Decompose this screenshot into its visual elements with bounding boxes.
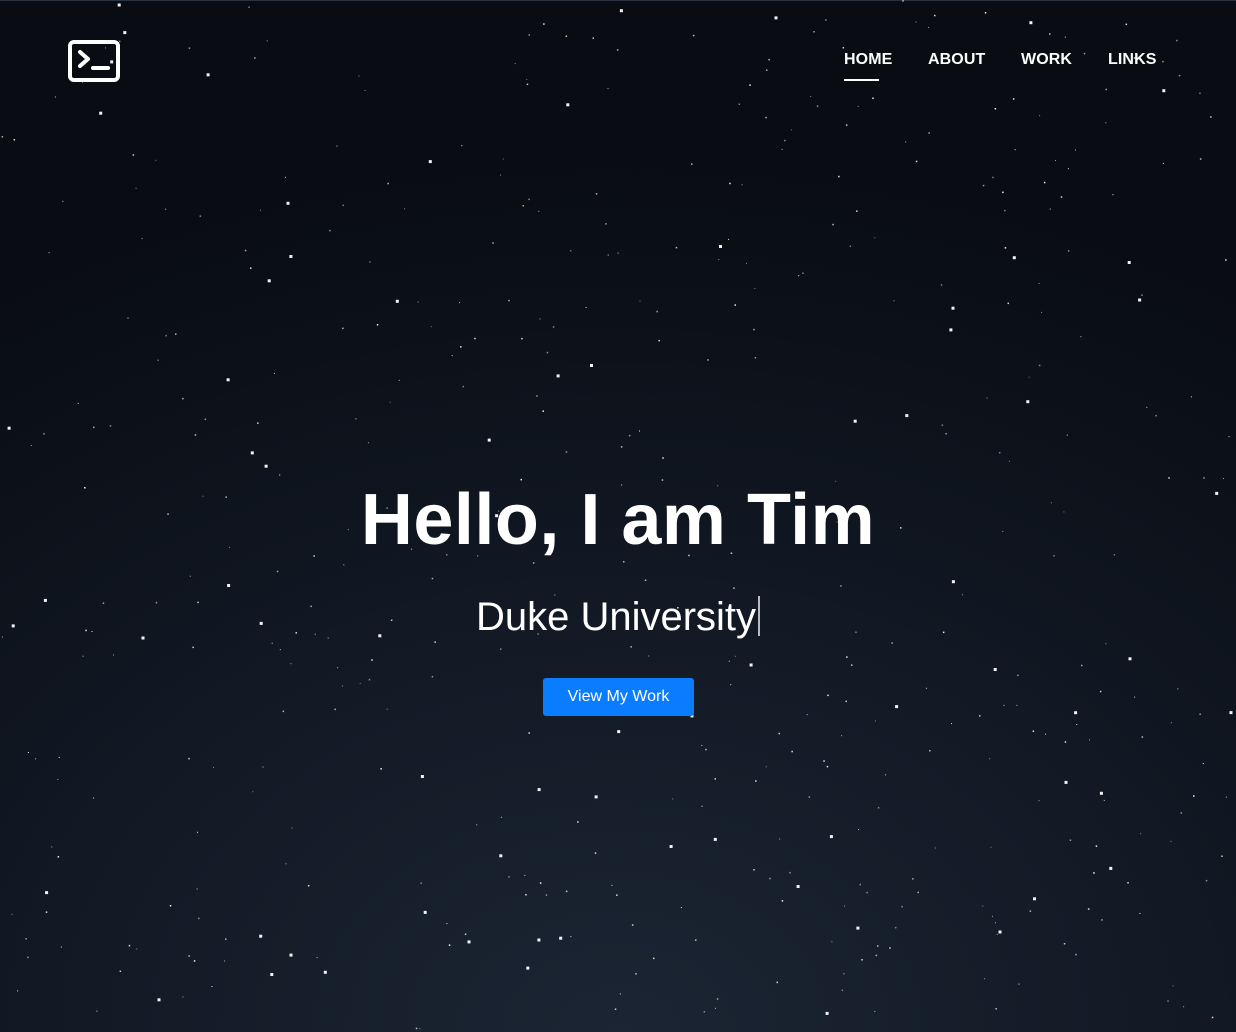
hero-title: Hello, I am Tim xyxy=(360,480,876,560)
main-nav: HOME ABOUT WORK LINKS xyxy=(0,50,1236,90)
nav-active-indicator xyxy=(844,79,879,81)
hero-section: Hello, I am Tim Duke University View My … xyxy=(0,478,1236,716)
nav-links-link[interactable]: LINKS xyxy=(1108,50,1157,70)
nav-work-link[interactable]: WORK xyxy=(1021,50,1072,70)
view-my-work-button[interactable]: View My Work xyxy=(543,678,694,716)
hero-subtitle-line: Duke University xyxy=(0,593,1236,641)
typing-cursor xyxy=(758,596,761,636)
nav-home-link[interactable]: HOME xyxy=(844,50,892,70)
nav-about-link[interactable]: ABOUT xyxy=(928,50,985,70)
hero-subtitle: Duke University xyxy=(475,595,757,639)
